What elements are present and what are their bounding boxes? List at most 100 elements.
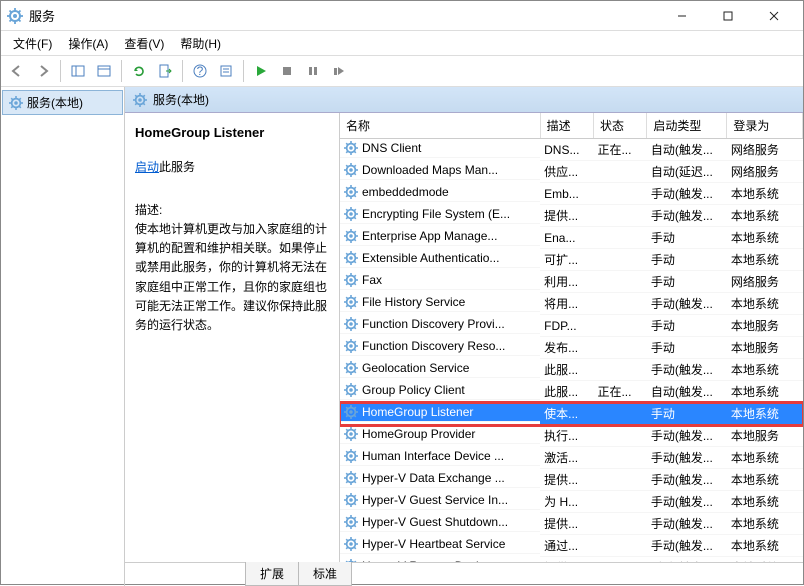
menu-action[interactable]: 操作(A) [60,33,116,54]
menu-bar: 文件(F) 操作(A) 查看(V) 帮助(H) [1,31,803,55]
cell-logon: 本地系统 [727,403,803,425]
col-status[interactable]: 状态 [593,113,646,139]
table-row[interactable]: Downloaded Maps Man...供应...自动(延迟...网络服务 [340,161,803,183]
refresh-button[interactable] [127,59,151,83]
service-name-cell: File History Service [362,295,465,309]
maximize-button[interactable] [705,2,751,30]
table-row[interactable]: Extensible Authenticatio...可扩...手动本地系统 [340,249,803,271]
cell-logon: 本地系统 [727,381,803,403]
tab-standard[interactable]: 标准 [298,562,352,586]
help-button[interactable]: ? [188,59,212,83]
cell-status [593,535,646,557]
gear-icon [344,207,358,221]
tree-item-services-local[interactable]: 服务(本地) [2,90,123,115]
cell-startup: 手动(触发... [647,469,727,491]
table-row[interactable]: Enterprise App Manage...Ena...手动本地系统 [340,227,803,249]
service-name-cell: Geolocation Service [362,361,469,375]
col-startup[interactable]: 启动类型 [647,113,727,139]
table-row[interactable]: HomeGroup Listener使本...手动本地系统 [340,403,803,425]
export-list-button[interactable] [153,59,177,83]
cell-desc: Ena... [540,227,593,249]
tab-extended[interactable]: 扩展 [245,562,298,586]
cell-desc: 供应... [540,161,593,183]
table-row[interactable]: HomeGroup Provider执行...手动(触发...本地服务 [340,425,803,447]
table-row[interactable]: Function Discovery Provi...FDP...手动本地服务 [340,315,803,337]
cell-startup: 手动(触发... [647,447,727,469]
table-row[interactable]: Hyper-V Data Exchange ...提供...手动(触发...本地… [340,469,803,491]
cell-status [593,249,646,271]
separator-icon [243,60,244,82]
table-row[interactable]: Hyper-V Guest Shutdown...提供...手动(触发...本地… [340,513,803,535]
cell-desc: 利用... [540,271,593,293]
minimize-button[interactable] [659,2,705,30]
cell-status [593,513,646,535]
cell-status: 正在... [593,381,646,403]
cell-startup: 手动(触发... [647,205,727,227]
panel-header: 服务(本地) [125,87,803,113]
pause-service-button[interactable] [301,59,325,83]
cell-startup: 自动(延迟... [647,161,727,183]
cell-status [593,469,646,491]
service-name-cell: HomeGroup Listener [362,405,473,419]
table-row[interactable]: Human Interface Device ... 激活... 手动(触发...本… [340,447,803,469]
tree-pane: 服务(本地) [1,87,125,586]
table-row[interactable]: File History Service将用...手动(触发...本地系统 [340,293,803,315]
table-row[interactable]: Function Discovery Reso...发布...手动本地服务 [340,337,803,359]
gear-icon [344,273,358,287]
gear-icon [344,515,358,529]
show-hide-button[interactable] [66,59,90,83]
close-button[interactable] [751,2,797,30]
table-row[interactable]: Hyper-V Heartbeat Service通过...手动(触发...本地… [340,535,803,557]
col-name[interactable]: 名称 [340,113,540,139]
separator-icon [121,60,122,82]
export-button[interactable] [92,59,116,83]
cell-status [593,271,646,293]
col-logon[interactable]: 登录为 [727,113,803,139]
start-service-button[interactable] [249,59,273,83]
cell-startup: 手动 [647,227,727,249]
menu-help[interactable]: 帮助(H) [172,33,229,54]
gear-icon [344,141,358,155]
cell-desc: 此服... [540,359,593,381]
description-text: 使本地计算机更改与加入家庭组的计算机的配置和维护相关联。如果停止或禁用此服务，你… [135,220,329,335]
cell-logon: 本地服务 [727,337,803,359]
gear-icon [344,537,358,551]
restart-service-button[interactable] [327,59,351,83]
service-name-cell: embeddedmode [362,185,449,199]
cell-status [593,161,646,183]
table-header-row: 名称 描述 状态 启动类型 登录为 [340,113,803,139]
menu-view[interactable]: 查看(V) [116,33,172,54]
table-row[interactable]: Group Policy Client此服...正在...自动(触发...本地系… [340,381,803,403]
table-row[interactable]: Geolocation Service此服...手动(触发...本地系统 [340,359,803,381]
cell-status [593,447,646,469]
service-name-cell: Hyper-V Heartbeat Service [362,537,505,551]
service-name-cell: Human Interface Device ... [362,449,504,463]
cell-desc: 提供... [540,469,593,491]
col-desc[interactable]: 描述 [540,113,593,139]
table-row[interactable]: Encrypting File System (E...提供...手动(触发..… [340,205,803,227]
properties-button[interactable] [214,59,238,83]
cell-desc: 激活... [540,447,593,469]
table-row[interactable]: Fax利用...手动网络服务 [340,271,803,293]
service-name-cell: Hyper-V Guest Shutdown... [362,515,508,529]
cell-logon: 网络服务 [727,139,803,161]
cell-status [593,403,646,425]
services-list[interactable]: 名称 描述 状态 启动类型 登录为 DNS ClientDNS...正在...自… [339,113,803,562]
cell-logon: 本地系统 [727,469,803,491]
table-row[interactable]: Hyper-V Guest Service In...为 H...手动(触发..… [340,491,803,513]
gear-icon [344,405,358,419]
service-name-cell: Function Discovery Provi... [362,317,505,331]
start-service-link[interactable]: 启动 [135,160,159,174]
forward-button[interactable] [31,59,55,83]
cell-logon: 本地系统 [727,447,803,469]
table-row[interactable]: embeddedmodeEmb...手动(触发...本地系统 [340,183,803,205]
cell-logon: 本地系统 [727,183,803,205]
gear-icon [344,449,358,463]
menu-file[interactable]: 文件(F) [5,33,60,54]
table-row[interactable]: DNS ClientDNS...正在...自动(触发...网络服务 [340,139,803,161]
stop-service-button[interactable] [275,59,299,83]
gear-icon [344,185,358,199]
cell-desc: 提供... [540,513,593,535]
back-button[interactable] [5,59,29,83]
cell-desc: 可扩... [540,249,593,271]
